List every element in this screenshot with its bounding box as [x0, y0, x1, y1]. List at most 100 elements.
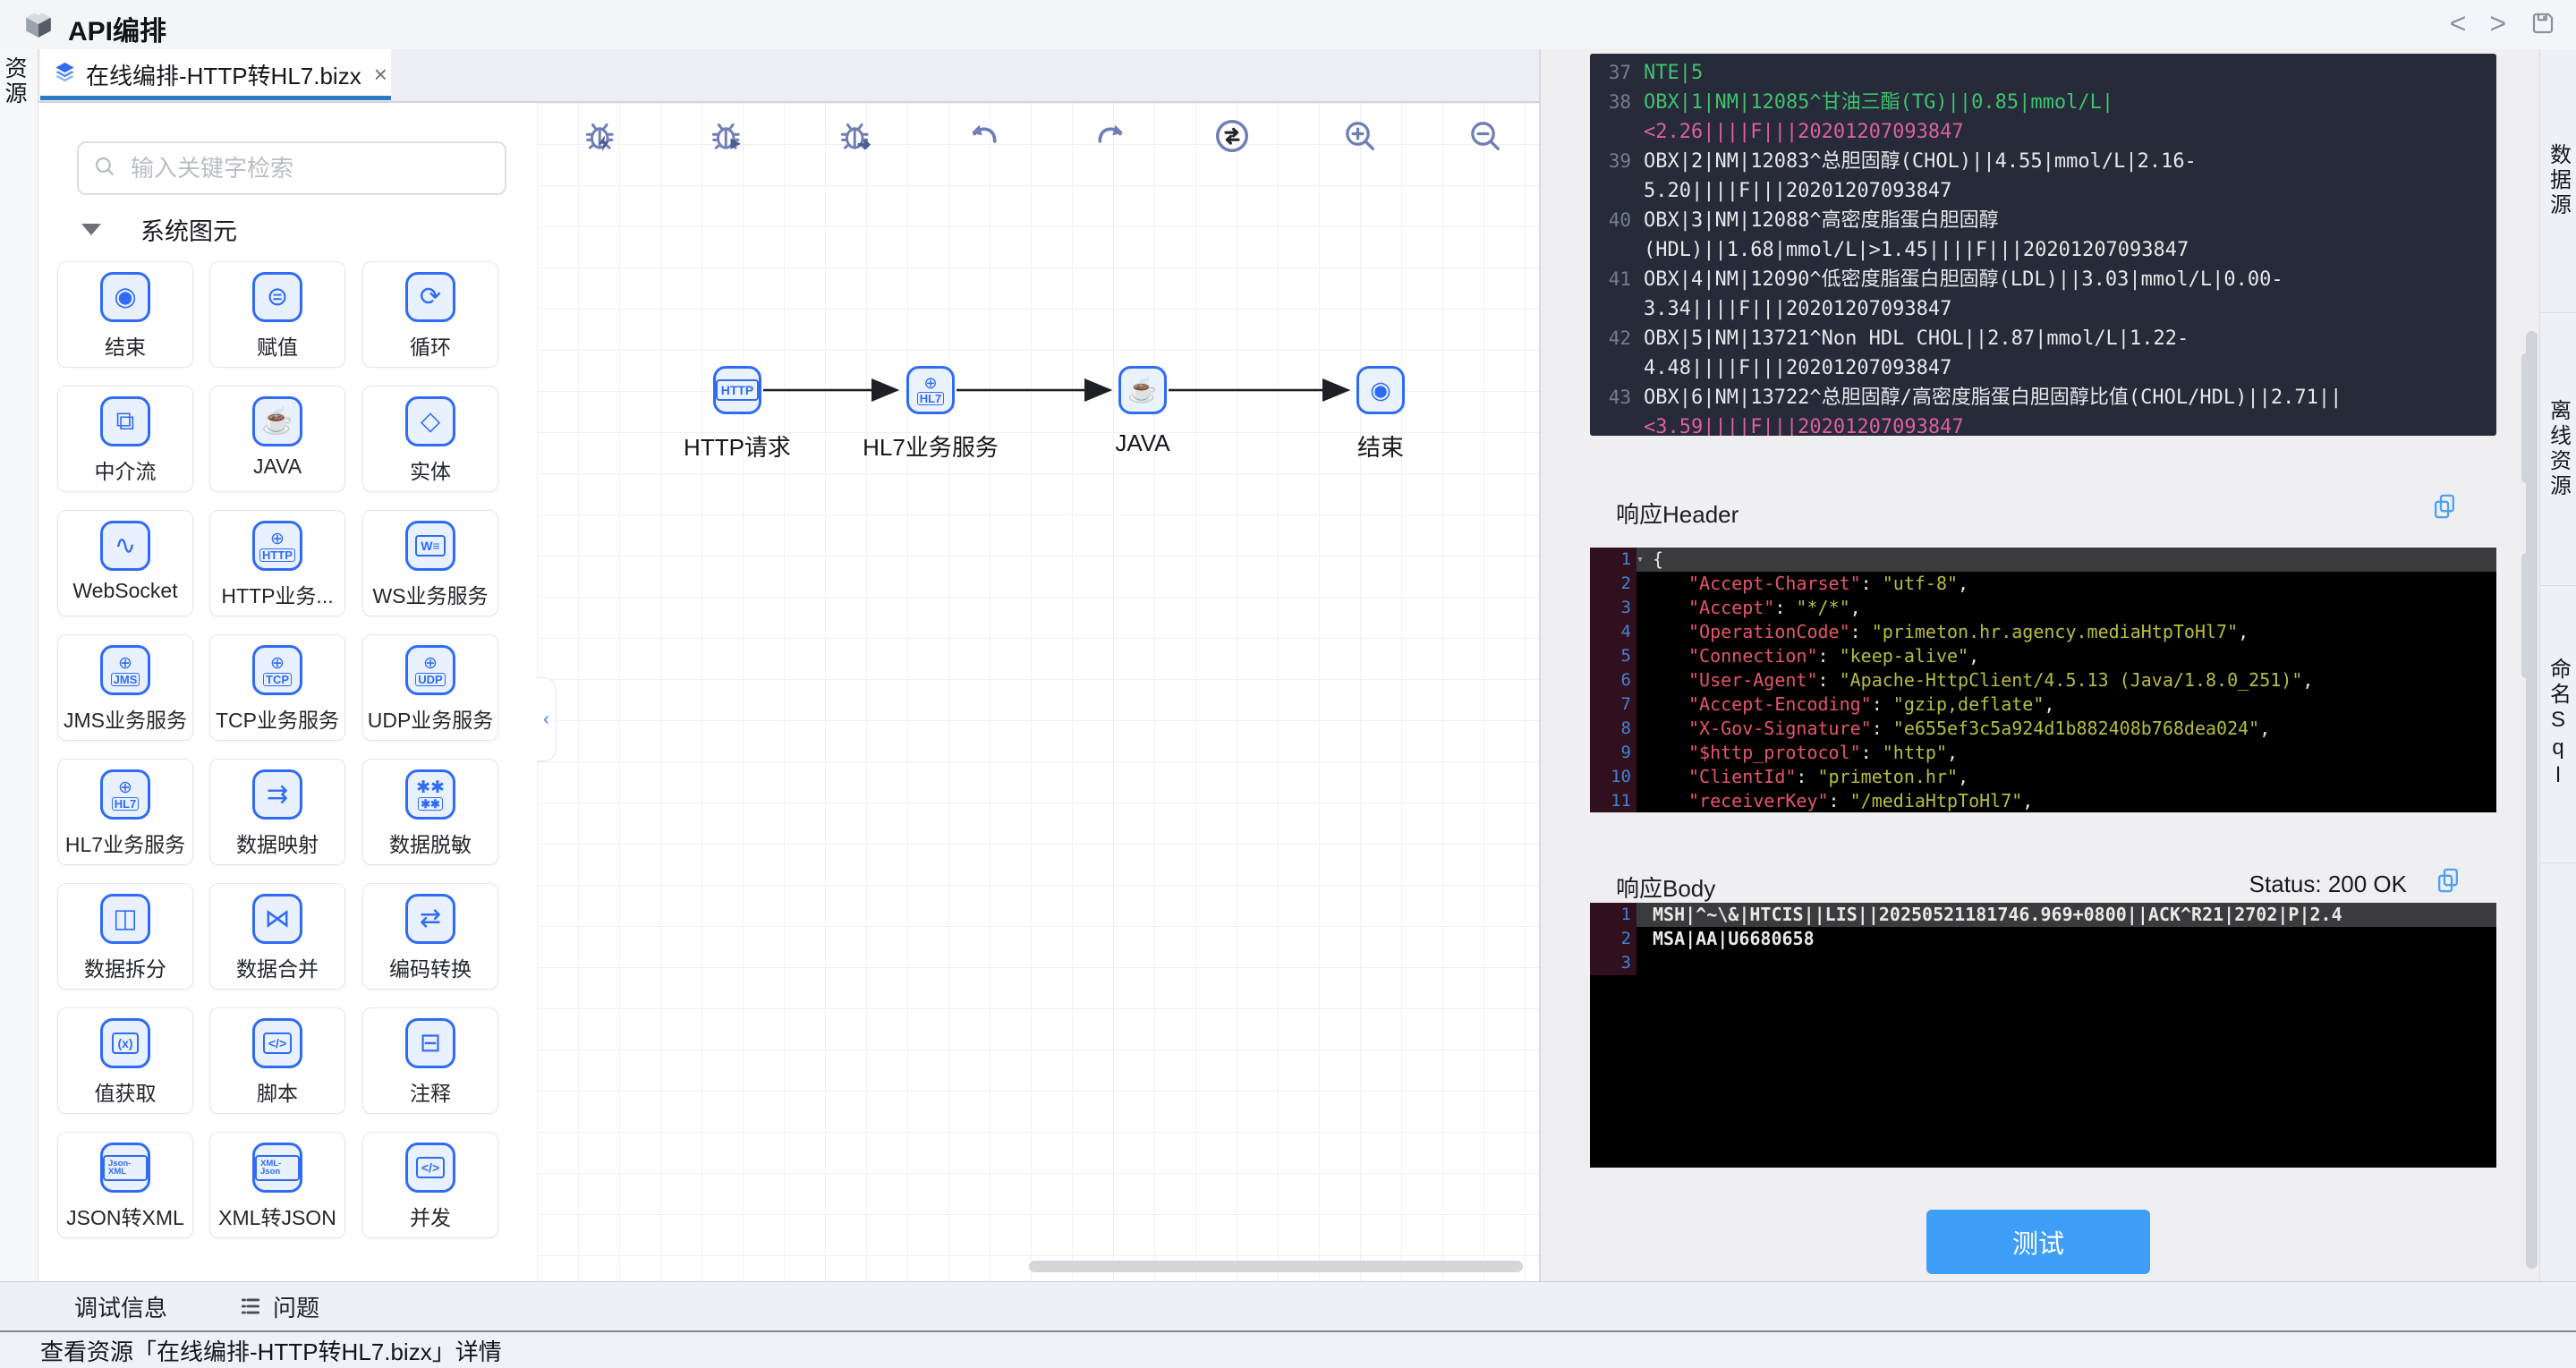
- palette-item-4[interactable]: ⧉中介流: [57, 386, 193, 492]
- palette-item-10[interactable]: ⊕JMSJMS业务服务: [57, 634, 193, 741]
- undo-icon[interactable]: [965, 116, 1004, 156]
- node-icon: ⋈: [252, 894, 302, 944]
- node-icon: ⊕UDP: [405, 645, 455, 695]
- collapse-panel-handle[interactable]: ‹: [537, 677, 557, 761]
- node-icon: (x): [100, 1018, 150, 1068]
- palette-item-12[interactable]: ⊕UDPUDP业务服务: [362, 634, 498, 741]
- palette-item-23[interactable]: XML-JsonXML转JSON: [209, 1132, 345, 1238]
- search-box: [77, 141, 506, 195]
- hl7-output-terminal[interactable]: 37NTE|538OBX|1|NM|12085^甘油三酯(TG)||0.85|m…: [1590, 54, 2496, 436]
- response-header-title: 响应Header: [1616, 497, 1739, 530]
- tab-active-underline: [40, 96, 391, 100]
- terminal-line: <2.26||||F|||20201207093847: [1590, 117, 2496, 147]
- palette-item-24[interactable]: </>并发: [362, 1132, 498, 1238]
- debug-step-icon[interactable]: [837, 116, 876, 156]
- flow-node-1[interactable]: HTTP: [713, 366, 761, 414]
- redo-icon[interactable]: [1091, 116, 1130, 156]
- palette-item-label: TCP业务服务: [216, 703, 339, 734]
- node-icon: ◫: [100, 894, 150, 944]
- copy-icon[interactable]: [2432, 493, 2457, 524]
- palette-item-1[interactable]: ◉结束: [57, 261, 193, 368]
- right-rail-tab-2[interactable]: 离线资源: [2540, 313, 2576, 586]
- right-rail-tab-3[interactable]: 命名Sql: [2540, 586, 2576, 863]
- right-rail-tab-1[interactable]: 数据源: [2540, 49, 2576, 313]
- code-line: 11"receiverKey": "/mediaHtpToHl7",: [1590, 789, 2496, 812]
- code-line: 4"OperationCode": "primeton.hr.agency.me…: [1590, 620, 2496, 644]
- node-icon: ⟳: [405, 272, 455, 322]
- tab-problems[interactable]: 问题: [239, 1290, 319, 1323]
- tab-online-orchestration[interactable]: 在线编排-HTTP转HL7.bizx ×: [40, 49, 391, 99]
- back-icon[interactable]: <: [2450, 5, 2467, 41]
- palette-item-8[interactable]: ⊕HTTPHTTP业务...: [209, 510, 345, 616]
- node-icon: W≡: [405, 521, 455, 571]
- node-icon: ⊟: [405, 1018, 455, 1068]
- switch-icon[interactable]: [1212, 116, 1252, 156]
- panel-vertical-scrollbar[interactable]: [2526, 331, 2538, 1269]
- palette-item-21[interactable]: ⊟注释: [362, 1007, 498, 1114]
- palette-item-16[interactable]: ◫ 数据拆分: [57, 883, 193, 990]
- code-line: 6"User-Agent": "Apache-HttpClient/4.5.13…: [1590, 668, 2496, 692]
- palette-item-label: JAVA: [253, 455, 302, 479]
- terminal-line: 39OBX|2|NM|12083^总胆固醇(CHOL)||4.55|mmol/L…: [1590, 147, 2496, 176]
- code-line: 3: [1590, 951, 2496, 975]
- zoom-in-icon[interactable]: [1340, 116, 1380, 156]
- palette-item-label: 脚本: [257, 1076, 298, 1107]
- palette-item-label: 数据拆分: [84, 952, 166, 982]
- code-line: 1MSH|^~\&|HTCIS||LIS||20250521181746.969…: [1590, 903, 2496, 927]
- palette-item-label: XML转JSON: [218, 1201, 336, 1231]
- problems-label: 问题: [273, 1290, 319, 1323]
- palette-item-3[interactable]: ⟳循环: [362, 261, 498, 368]
- node-icon: ☕: [252, 396, 302, 446]
- node-icon: ∿: [100, 521, 150, 571]
- flow-node-4[interactable]: ◉: [1356, 366, 1405, 414]
- tab-debug-info[interactable]: 调试信息: [74, 1290, 167, 1323]
- palette-item-11[interactable]: ⊕TCPTCP业务服务: [209, 634, 345, 741]
- code-line: 3"Accept": "*/*",: [1590, 596, 2496, 620]
- close-icon[interactable]: ×: [374, 61, 387, 89]
- flow-node-3[interactable]: ☕: [1118, 366, 1167, 414]
- node-icon: ⧉: [100, 396, 150, 446]
- terminal-line: 37NTE|5: [1590, 58, 2496, 88]
- palette-item-5[interactable]: ☕ JAVA: [209, 386, 345, 492]
- palette-item-15[interactable]: ✱✱✱✱数据脱敏: [362, 759, 498, 865]
- terminal-line: 41OBX|4|NM|12090^低密度脂蛋白胆固醇(LDL)||3.03|mm…: [1590, 265, 2496, 294]
- debug-restart-icon[interactable]: [582, 116, 621, 156]
- terminal-line: 40OBX|3|NM|12088^高密度脂蛋白胆固醇: [1590, 206, 2496, 235]
- group-title: 系统图元: [140, 212, 237, 247]
- list-icon: [239, 1295, 262, 1318]
- debug-run-icon[interactable]: [708, 116, 747, 156]
- palette-item-label: WS业务服务: [372, 579, 488, 609]
- palette-item-14[interactable]: ⇉数据映射: [209, 759, 345, 865]
- status-bar: 查看资源「在线编排-HTTP转HL7.bizx」详情: [0, 1330, 2576, 1368]
- palette-item-7[interactable]: ∿WebSocket: [57, 510, 193, 616]
- node-icon: ⊜: [252, 272, 302, 322]
- canvas-horizontal-scrollbar[interactable]: [1029, 1261, 1523, 1272]
- forward-icon[interactable]: >: [2489, 5, 2506, 41]
- test-button[interactable]: 测试: [1926, 1210, 2150, 1274]
- window-controls: < >: [2450, 5, 2556, 41]
- search-input[interactable]: [129, 154, 490, 183]
- response-header-code[interactable]: 1▾{2"Accept-Charset": "utf-8",3"Accept":…: [1590, 548, 2496, 812]
- palette-item-20[interactable]: </>脚本: [209, 1007, 345, 1114]
- palette-item-9[interactable]: W≡ WS业务服务: [362, 510, 498, 616]
- palette-item-18[interactable]: ⇄编码转换: [362, 883, 498, 990]
- layers-icon: [53, 60, 77, 89]
- flow-canvas[interactable]: HTTPHTTP请求⊕HL7HL7业务服务☕JAVA◉结束: [537, 103, 1539, 1281]
- flow-node-2[interactable]: ⊕HL7: [906, 366, 955, 414]
- palette-item-22[interactable]: Json-XMLJSON转XML: [57, 1132, 193, 1238]
- palette-item-6[interactable]: ◇实体: [362, 386, 498, 492]
- palette-item-13[interactable]: ⊕HL7HL7业务服务: [57, 759, 193, 865]
- left-rail-resources-tab[interactable]: 资源: [7, 56, 30, 106]
- search-icon: [93, 155, 116, 183]
- save-icon[interactable]: [2529, 10, 2556, 41]
- palette-item-2[interactable]: ⊜赋值: [209, 261, 345, 368]
- palette-item-17[interactable]: ⋈数据合并: [209, 883, 345, 990]
- zoom-out-icon[interactable]: [1466, 116, 1505, 156]
- node-icon: ◉: [100, 272, 150, 322]
- response-body-code[interactable]: 1MSH|^~\&|HTCIS||LIS||20250521181746.969…: [1590, 903, 2496, 1168]
- node-icon: ⊕HL7: [100, 769, 150, 820]
- copy-icon[interactable]: [2436, 867, 2461, 898]
- palette-item-label: JSON转XML: [66, 1201, 184, 1231]
- palette-item-19[interactable]: (x)值获取: [57, 1007, 193, 1114]
- group-system-primitives[interactable]: 系统图元: [81, 212, 237, 247]
